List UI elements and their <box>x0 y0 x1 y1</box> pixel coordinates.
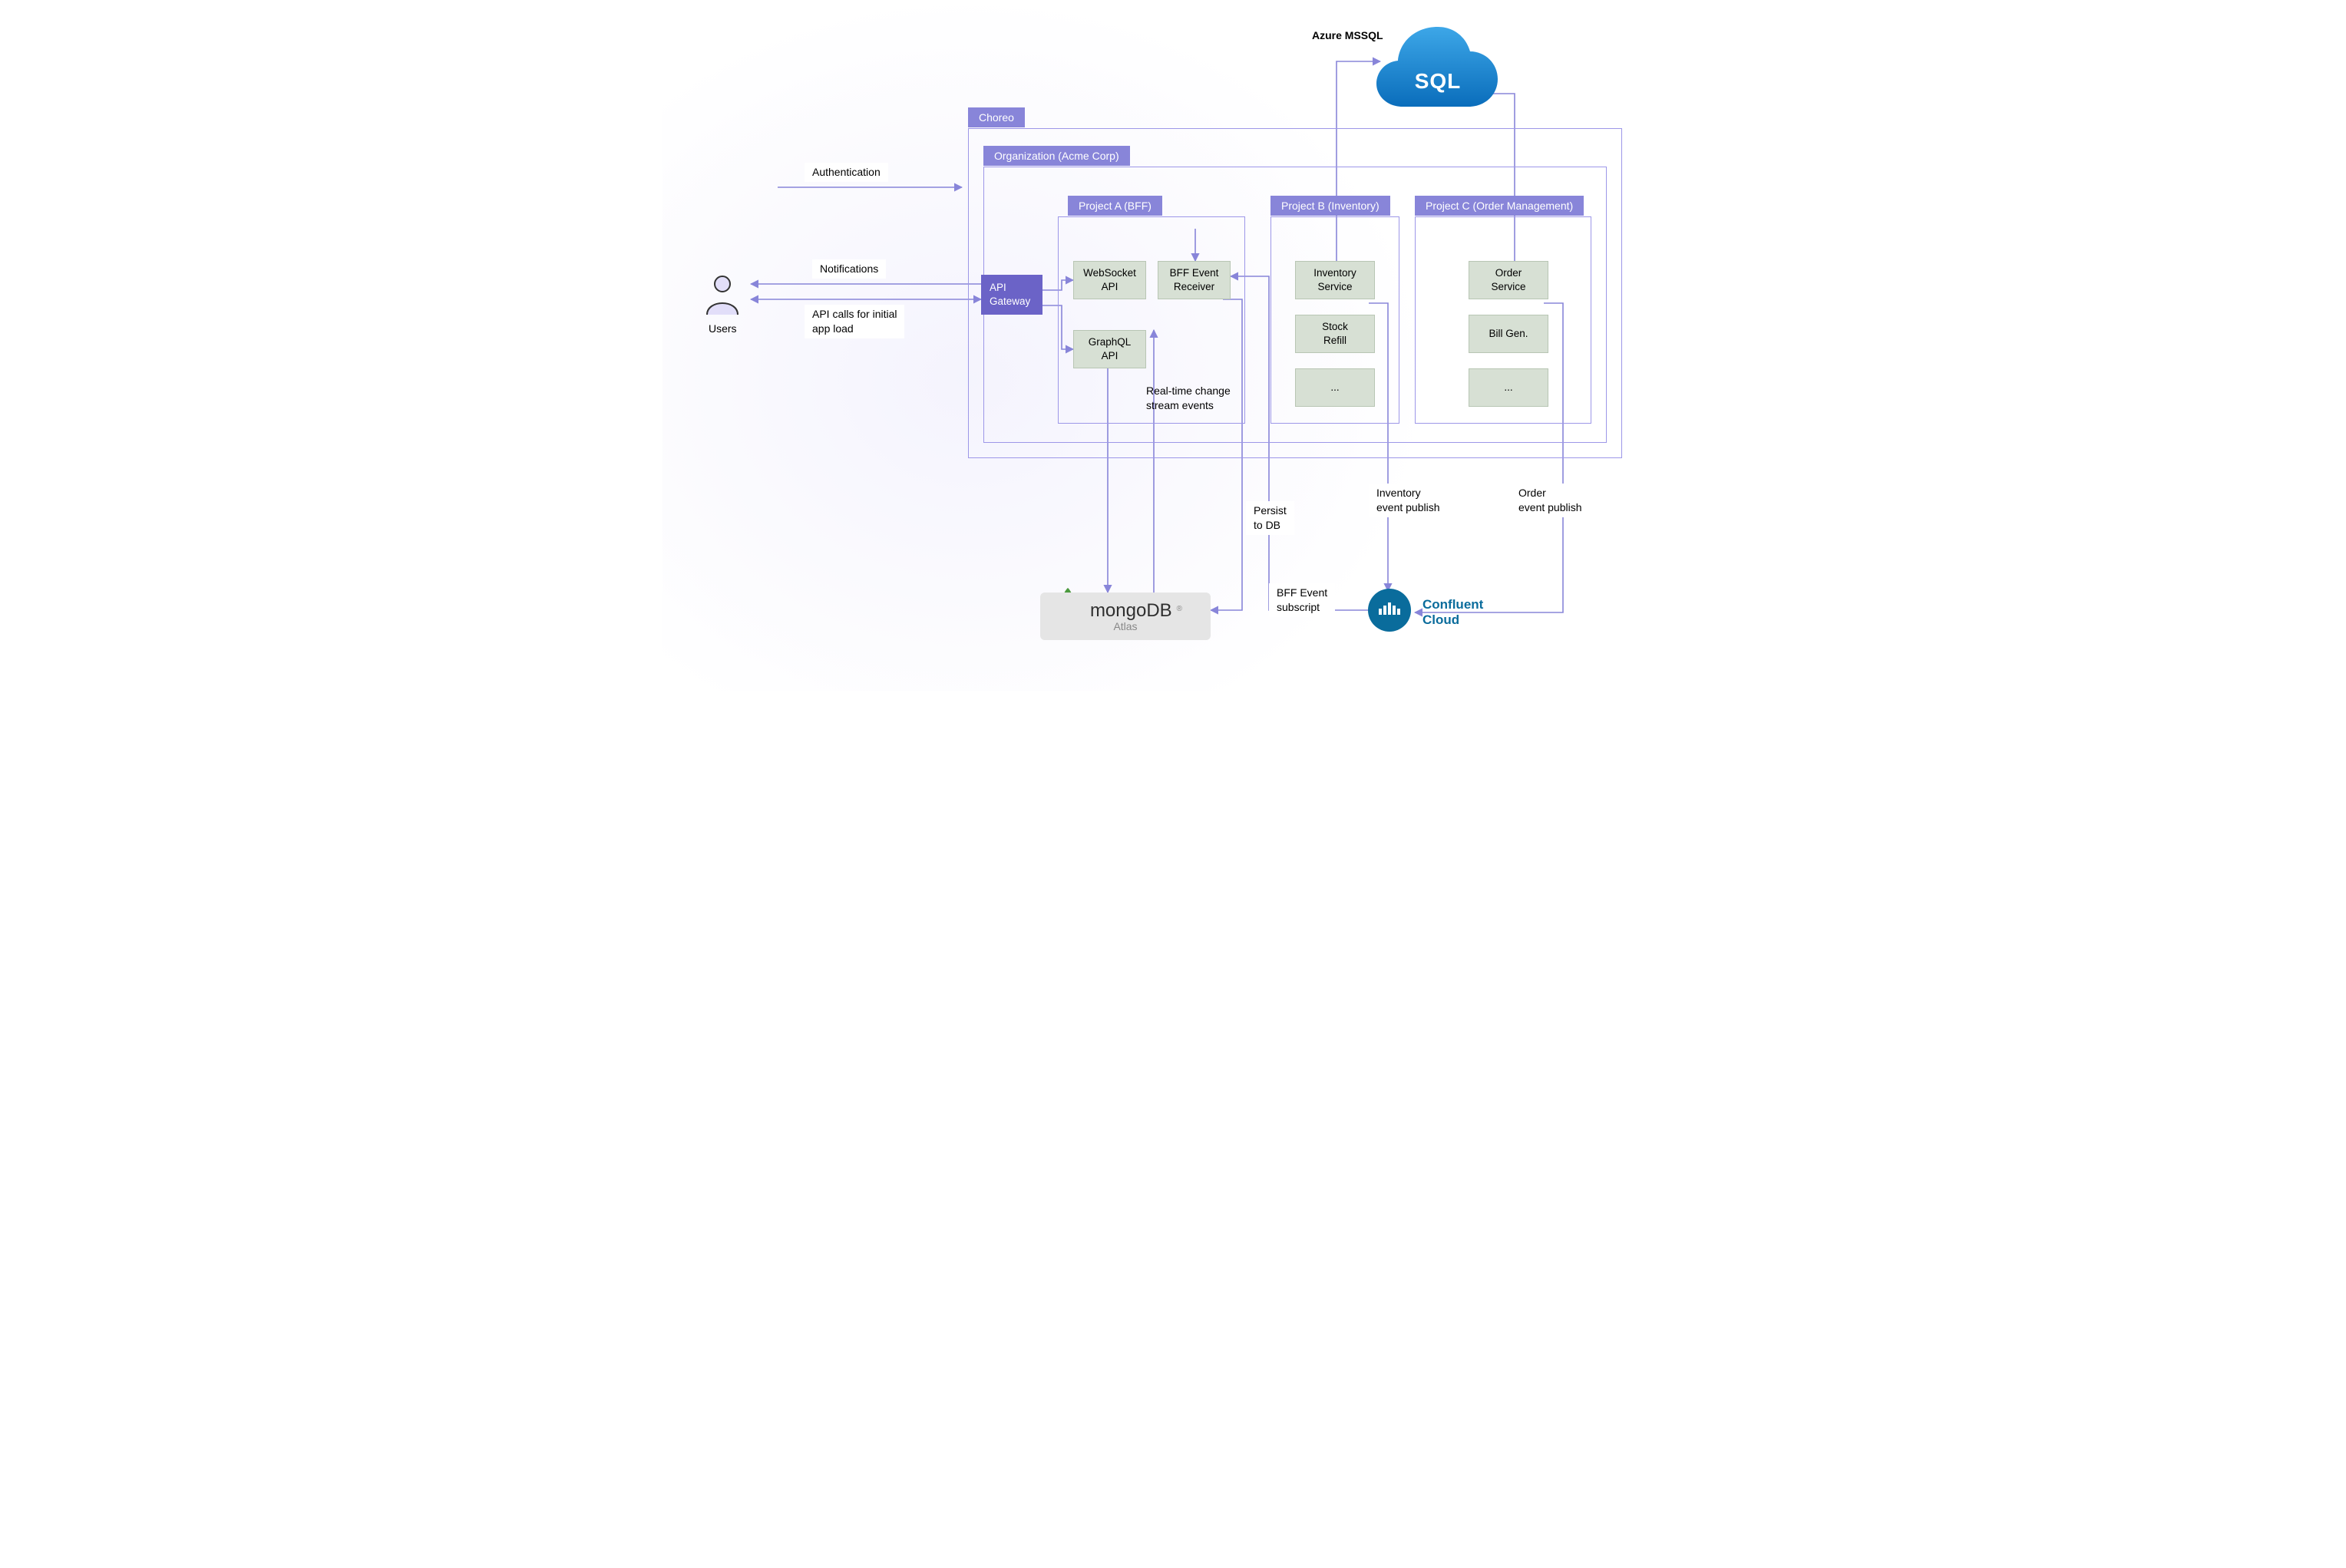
project-c-more-box: ... <box>1469 368 1548 407</box>
mongo-text: mongoDB <box>1090 600 1172 622</box>
bff-event-receiver-box: BFF Event Receiver <box>1158 261 1231 299</box>
mongodb-box: mongoDB® Atlas <box>1040 593 1211 640</box>
api-calls-label: API calls for initial app load <box>805 305 904 338</box>
order-pub-label: Order event publish <box>1511 484 1590 517</box>
websocket-api-box: WebSocket API <box>1073 261 1146 299</box>
confluent-label: Confluent Cloud <box>1422 597 1483 629</box>
choreo-tab: Choreo <box>968 107 1025 127</box>
api-gateway-box: API Gateway <box>981 275 1042 315</box>
project-c-tab: Project C (Order Management) <box>1415 196 1584 216</box>
users-label: Users <box>709 322 737 335</box>
sql-cloud-icon: SQL <box>1376 27 1498 107</box>
project-b-more-box: ... <box>1295 368 1375 407</box>
bill-gen-box: Bill Gen. <box>1469 315 1548 353</box>
realtime-label: Real-time change stream events <box>1146 384 1231 413</box>
azure-mssql-label: Azure MSSQL <box>1312 29 1383 41</box>
order-service-box: Order Service <box>1469 261 1548 299</box>
inventory-pub-label: Inventory event publish <box>1369 484 1448 517</box>
confluent-icon <box>1368 589 1411 632</box>
sql-text: SQL <box>1415 69 1462 93</box>
project-a-tab: Project A (BFF) <box>1068 196 1162 216</box>
bff-sub-label: BFF Event subscript <box>1269 583 1335 617</box>
notifications-label: Notifications <box>812 259 886 279</box>
stock-refill-box: Stock Refill <box>1295 315 1375 353</box>
authentication-label: Authentication <box>805 163 888 182</box>
user-icon <box>707 276 738 315</box>
graphql-api-box: GraphQL API <box>1073 330 1146 368</box>
project-b-tab: Project B (Inventory) <box>1270 196 1390 216</box>
mongo-atlas-text: Atlas <box>1113 620 1137 632</box>
org-tab: Organization (Acme Corp) <box>983 146 1130 166</box>
persist-label: Persist to DB <box>1246 501 1294 535</box>
inventory-service-box: Inventory Service <box>1295 261 1375 299</box>
